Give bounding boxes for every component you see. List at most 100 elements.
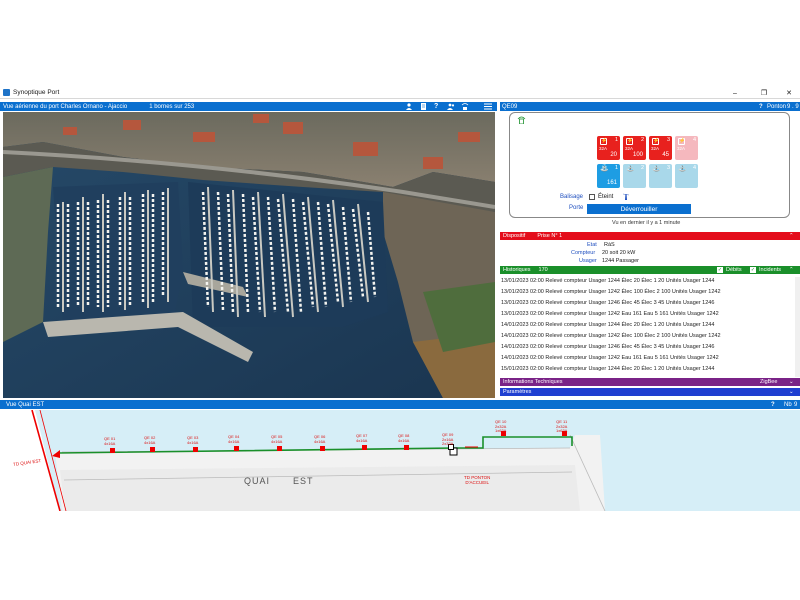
- history-row[interactable]: 13/01/2023 02:00 Relevé compteur Usager …: [501, 297, 714, 308]
- borne-label: QE 07 4x16A: [356, 433, 368, 443]
- water-outlet[interactable]: ⛲ 2: [623, 164, 646, 188]
- outlet-number: 2: [640, 165, 644, 171]
- app-icon: [3, 89, 10, 96]
- collapse-icon[interactable]: ⌃: [789, 267, 794, 273]
- borne-id: QE09: [502, 103, 518, 110]
- history-row[interactable]: 13/01/2023 02:00 Relevé compteur Usager …: [501, 308, 719, 319]
- faucet-icon: ⛲: [600, 165, 609, 172]
- borne-label: QE 05 4x16A: [271, 434, 283, 444]
- antenna-icon[interactable]: [461, 103, 469, 110]
- scrollbar[interactable]: [795, 277, 800, 377]
- expand-icon[interactable]: ⌄: [789, 379, 794, 385]
- bornes-count: 1 bornes sur 253: [149, 103, 195, 110]
- borne-marker[interactable]: [234, 446, 239, 451]
- quai-plan[interactable]: [0, 410, 800, 511]
- unlock-button[interactable]: Déverrouiller: [587, 204, 691, 214]
- electric-outlet[interactable]: ⚡ 2 32A 100: [623, 136, 646, 160]
- lighthouse-icon: [622, 193, 630, 200]
- outlet-number: 4: [692, 165, 696, 171]
- outlet-number: 3: [666, 137, 670, 143]
- est-word: EST: [293, 476, 314, 486]
- debits-label: Débits: [726, 267, 742, 273]
- history-row[interactable]: 13/01/2023 02:00 Relevé compteur Usager …: [501, 275, 714, 286]
- quai-word: QUAI: [244, 476, 271, 486]
- borne-marker[interactable]: [320, 446, 325, 451]
- historiques-header[interactable]: Historiques 170 ✓ Débits ✓ Incidents ⌃: [500, 266, 800, 274]
- plug-icon: ⚡: [678, 138, 686, 145]
- history-row[interactable]: 13/01/2023 02:00 Relevé compteur Usager …: [501, 286, 721, 297]
- faucet-icon: ⛲: [652, 165, 661, 172]
- outlet-number: 4: [692, 137, 696, 143]
- outlet-amp: 32A: [677, 146, 686, 151]
- outlet-number: 1: [614, 165, 618, 171]
- borne-label: QE 08 4x16A: [398, 433, 410, 443]
- help-icon[interactable]: ?: [759, 104, 763, 110]
- minimize-button[interactable]: –: [722, 87, 748, 99]
- nb-value: 9: [794, 401, 798, 408]
- borne-label: QE 11 2x32A 1x63A: [556, 419, 568, 433]
- app-window: Synoptique Port – ❐ ✕ Vue aérienne du po…: [0, 87, 800, 511]
- water-outlet[interactable]: ⛲ 1 161: [597, 164, 620, 188]
- quai-header: Vue Quai EST ? Nb 9: [0, 400, 800, 409]
- incidents-label: Incidents: [759, 267, 782, 273]
- historiques-count: 170: [538, 267, 548, 273]
- document-icon[interactable]: [420, 103, 427, 110]
- water-outlet[interactable]: ⛲ 3: [649, 164, 672, 188]
- incidents-checkbox[interactable]: ✓: [750, 267, 756, 273]
- history-row[interactable]: 14/01/2023 02:00 Relevé compteur Usager …: [501, 330, 721, 341]
- plug-icon: ⚡: [626, 138, 634, 145]
- users-icon[interactable]: [447, 103, 455, 110]
- compteur-label: Compteur: [571, 250, 596, 256]
- borne-label: QE 03 4x16A: [187, 435, 199, 445]
- outlet-amp: 32A: [651, 146, 660, 151]
- balisage-checkbox[interactable]: [589, 194, 595, 200]
- outlet-number: 1: [614, 137, 618, 143]
- ponton-label: Ponton: [767, 103, 787, 110]
- outlet-value: 100: [632, 152, 643, 158]
- window-title: Synoptique Port: [13, 89, 60, 96]
- borne-marker[interactable]: [362, 445, 367, 450]
- window-titlebar: Synoptique Port – ❐ ✕: [0, 87, 800, 99]
- aerial-map[interactable]: [3, 112, 495, 398]
- faucet-icon: ⛲: [678, 165, 687, 172]
- history-row[interactable]: 14/01/2023 02:00 Relevé compteur Usager …: [501, 341, 714, 352]
- menu-icon[interactable]: [484, 103, 492, 110]
- dispositif-title: Dispositif: [503, 233, 526, 239]
- usager-value: 1244 Passager: [602, 258, 639, 264]
- electric-outlet[interactable]: ⚡ 1 32A 20: [597, 136, 620, 160]
- td-ponton-label: TD PONTON D'ACCUEIL: [464, 475, 491, 485]
- borne-label: QE 10 2x32A 1x63A: [495, 419, 507, 433]
- borne-marker[interactable]: [277, 446, 282, 451]
- close-button[interactable]: ✕: [776, 87, 800, 99]
- electric-outlet[interactable]: ⚡ 3 32A 45: [649, 136, 672, 160]
- infos-header[interactable]: Informations Techniques ZigBee ⌄: [500, 378, 800, 386]
- debits-checkbox[interactable]: ✓: [717, 267, 723, 273]
- nb-label: Nb: [784, 401, 792, 408]
- balisage-label: Balisage: [560, 194, 584, 200]
- quai-title: Vue Quai EST: [6, 401, 45, 408]
- user-icon[interactable]: [405, 103, 413, 110]
- params-header[interactable]: Paramètres ⌄: [500, 388, 800, 396]
- outlet-number: 2: [640, 137, 644, 143]
- balisage-state: Éteint: [598, 194, 614, 200]
- water-outlet[interactable]: ⛲ 4: [675, 164, 698, 188]
- expand-icon[interactable]: ⌄: [789, 389, 794, 395]
- history-row[interactable]: 14/01/2023 02:00 Relevé compteur Usager …: [501, 352, 719, 363]
- historiques-title: Historiques: [503, 267, 531, 273]
- borne-label: QE 09 2x16A 2x32A: [442, 432, 454, 446]
- collapse-icon[interactable]: ⌃: [789, 233, 794, 239]
- help-icon[interactable]: ?: [771, 402, 775, 408]
- borne-marker[interactable]: [150, 447, 155, 452]
- borne-marker[interactable]: [110, 448, 115, 453]
- electric-outlet[interactable]: ⚡ 4 32A: [675, 136, 698, 160]
- maximize-button[interactable]: ❐: [751, 87, 777, 99]
- aerial-title: Vue aérienne du port Charles Ornano - Aj…: [3, 103, 128, 110]
- history-row[interactable]: 14/01/2023 02:00 Relevé compteur Usager …: [501, 319, 714, 330]
- borne-marker[interactable]: [193, 447, 198, 452]
- help-icon[interactable]: ?: [434, 103, 438, 110]
- prise-number: Prise N° 1: [537, 233, 563, 239]
- history-row[interactable]: 15/01/2023 02:00 Relevé compteur Usager …: [501, 363, 714, 374]
- borne-marker[interactable]: [404, 445, 409, 450]
- outlet-number: 3: [666, 165, 670, 171]
- dispositif-header[interactable]: Dispositif Prise N° 1 ⌃: [500, 232, 800, 240]
